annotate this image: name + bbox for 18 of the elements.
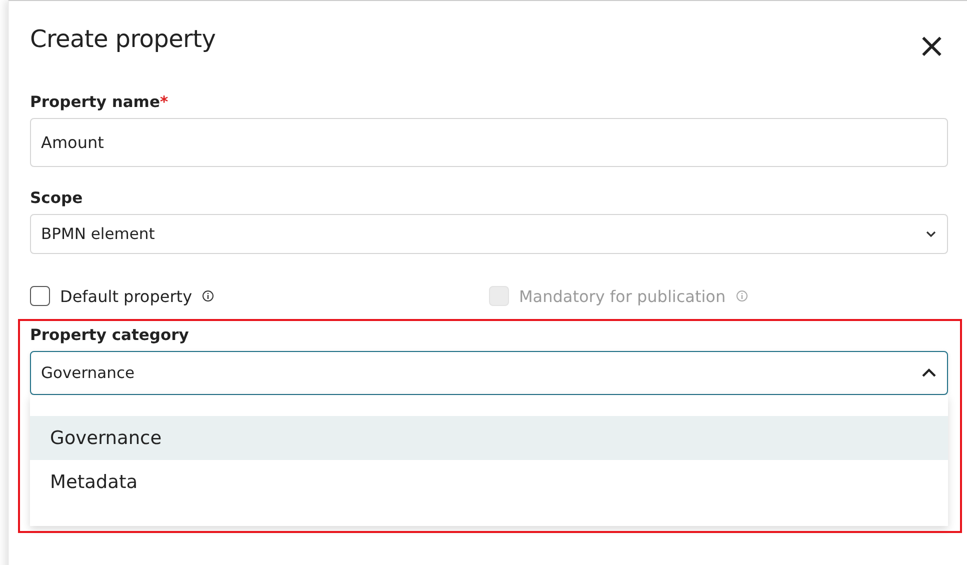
input-field[interactable]: Amount (30, 118, 948, 167)
close-button[interactable]: × (916, 29, 948, 63)
checkbox-label: Default property (60, 286, 192, 306)
chevron-down-icon (925, 230, 937, 238)
checkbox-label: Mandatory for publication (519, 286, 726, 306)
chevron-up-icon (921, 368, 937, 378)
select-field[interactable]: BPMN element (30, 214, 948, 254)
select-field[interactable]: Governance (30, 351, 948, 395)
field-label: Property name (30, 93, 160, 111)
field-label: Property category (30, 326, 189, 344)
dropdown-option[interactable]: Governance (30, 416, 948, 460)
info-icon (202, 290, 214, 302)
checkbox[interactable] (30, 286, 50, 306)
dialog-title: Create property (30, 25, 216, 53)
required-mark: * (160, 93, 168, 111)
field-label: Scope (30, 189, 83, 207)
dropdown-option[interactable]: Metadata (30, 460, 948, 504)
info-icon (736, 290, 748, 302)
